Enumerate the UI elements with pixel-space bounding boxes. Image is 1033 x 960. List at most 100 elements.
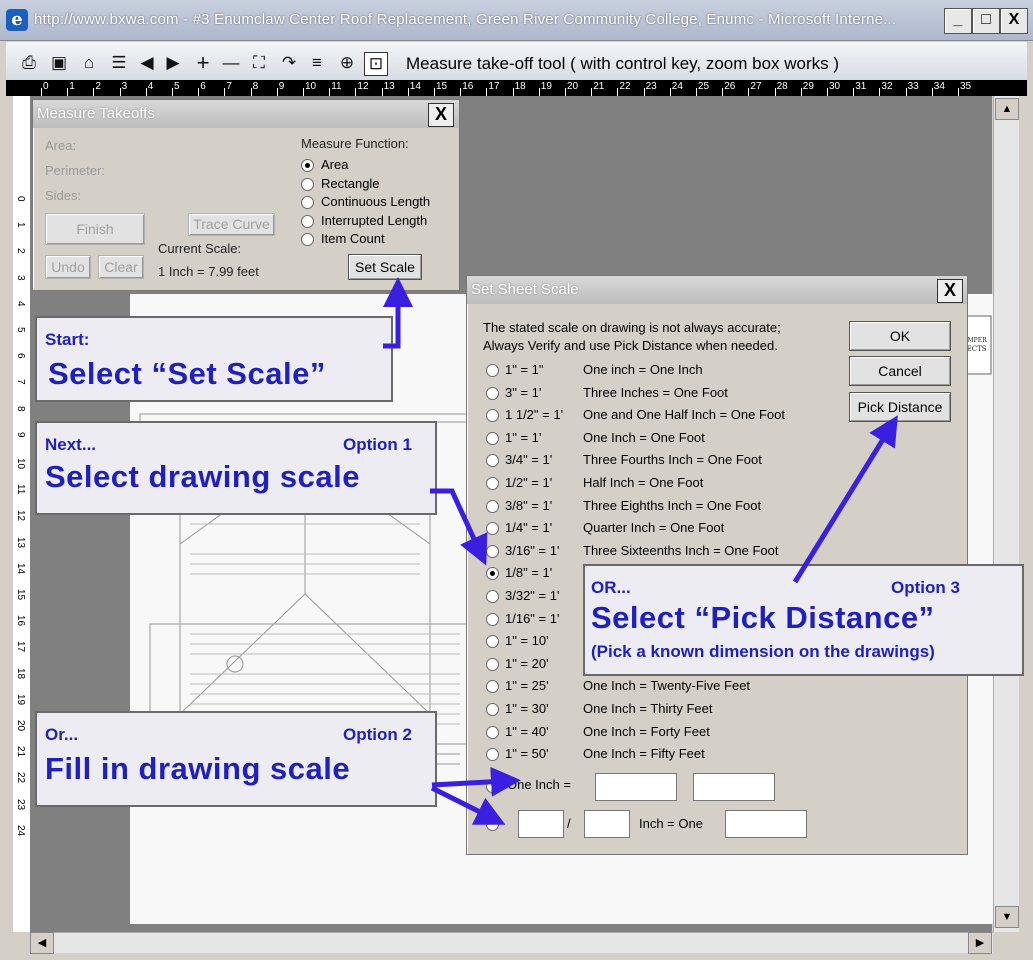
scale-option[interactable]: 3/4" = 1' Three Fourths Inch = One Foot xyxy=(483,450,823,470)
scale-option-radio[interactable] xyxy=(486,544,499,558)
scale-option-radio[interactable] xyxy=(486,386,499,400)
zoom-out-icon[interactable]: — xyxy=(220,52,242,74)
measure-function-radio[interactable] xyxy=(301,214,314,228)
scale-option[interactable]: 1 1/2" = 1' One and One Half Inch = One F… xyxy=(483,405,823,425)
scale-option-radio[interactable] xyxy=(486,703,499,716)
ruler-tick xyxy=(41,88,42,96)
zoom-in-icon[interactable]: + xyxy=(192,52,214,74)
scale-option-radio[interactable] xyxy=(486,409,499,423)
ruler-label: 23 xyxy=(15,798,26,810)
scale-option-radio[interactable] xyxy=(486,477,499,490)
ruler-label: 15 xyxy=(15,589,26,601)
set-scale-button[interactable]: Set Scale xyxy=(348,254,422,280)
measure-dialog-close-button[interactable]: X xyxy=(428,103,454,127)
zoom-box-icon[interactable]: ⊕ xyxy=(336,52,358,74)
scale-option[interactable]: 1" = 1' One Inch = One Foot xyxy=(483,428,823,448)
cancel-button[interactable]: Cancel xyxy=(849,356,951,386)
open-icon[interactable]: ⌂ xyxy=(78,52,100,74)
scale-option-description: One Inch = One Foot xyxy=(583,429,705,445)
ok-button[interactable]: OK xyxy=(849,321,951,351)
minimize-button[interactable]: _ xyxy=(944,8,972,34)
scale-option-radio[interactable] xyxy=(486,522,499,536)
one-inch-value-field[interactable] xyxy=(595,773,677,801)
one-inch-unit-field[interactable] xyxy=(693,773,775,801)
scale-option-radio[interactable] xyxy=(486,499,499,513)
ruler-label: 8 xyxy=(15,405,26,412)
ruler-tick xyxy=(774,88,776,96)
measure-function-option[interactable]: Area xyxy=(301,156,461,174)
scale-option-radio[interactable] xyxy=(486,454,499,468)
custom-scale-radio-1[interactable] xyxy=(486,780,499,793)
horizontal-scrollbar[interactable]: ◀ ▶ xyxy=(30,932,993,954)
scale-dialog-title: Set Sheet Scale xyxy=(467,276,967,304)
list-icon[interactable]: ≡ xyxy=(306,52,328,74)
scale-option-radio[interactable] xyxy=(486,635,499,649)
close-window-button[interactable]: X xyxy=(1000,8,1028,34)
ruler-label: 18 xyxy=(514,81,526,92)
ruler-label: 16 xyxy=(15,615,26,627)
vertical-scrollbar[interactable]: ▲ ▼ xyxy=(993,96,1019,932)
fraction-numerator-field[interactable] xyxy=(518,810,564,838)
scale-option-radio[interactable] xyxy=(486,590,499,603)
scale-option-radio[interactable] xyxy=(486,364,499,377)
measure-icon[interactable]: ⊡ xyxy=(364,52,388,76)
ruler-label: 24 xyxy=(671,81,683,92)
undo-button[interactable]: Undo xyxy=(45,255,91,279)
pick-distance-button[interactable]: Pick Distance xyxy=(849,392,951,422)
save-icon[interactable]: ▣ xyxy=(48,52,70,74)
finish-button[interactable]: Finish xyxy=(45,213,145,245)
scale-option-radio[interactable] xyxy=(486,680,499,694)
scroll-up-arrow-icon[interactable]: ▲ xyxy=(995,98,1019,120)
tree-icon[interactable]: ☰ xyxy=(108,52,130,74)
inch-one-value-field[interactable] xyxy=(725,810,807,838)
trace-curve-button[interactable]: Trace Curve xyxy=(188,213,275,236)
scale-option[interactable]: 1/2" = 1' Half Inch = One Foot xyxy=(483,473,823,493)
fraction-denominator-field[interactable] xyxy=(584,810,630,838)
scale-option-radio[interactable] xyxy=(486,431,499,445)
scale-option[interactable]: 1" = 30' One Inch = Thirty Feet xyxy=(483,699,823,719)
scroll-down-arrow-icon[interactable]: ▼ xyxy=(995,906,1019,928)
window-title-bar: e http://www.bxwa.com - #3 Enumclaw Cent… xyxy=(0,0,1033,41)
ruler-label: 5 xyxy=(174,81,180,92)
horizontal-ruler: 0 1 2 3 4 5 6 7 8 9 10 11 12 13 14 15 16 17 18 19 20 21 22 23 24… xyxy=(6,80,1027,96)
measure-function-radio[interactable] xyxy=(301,196,314,209)
scale-option-radio[interactable] xyxy=(486,748,499,762)
scale-option-code: 3/4" = 1' xyxy=(505,452,553,468)
scale-option[interactable]: 3/16" = 1' Three Sixteenths Inch = One Fo… xyxy=(483,541,823,561)
scale-option[interactable]: 1" = 25' One Inch = Twenty-Five Feet xyxy=(483,676,823,696)
measure-function-option[interactable]: Rectangle xyxy=(301,175,461,193)
custom-scale-radio-2[interactable] xyxy=(486,818,499,831)
fraction-slash: / xyxy=(567,816,571,831)
clear-button[interactable]: Clear xyxy=(98,255,144,279)
measure-function-radio[interactable] xyxy=(301,159,314,172)
scale-option-radio[interactable] xyxy=(486,612,499,626)
callout-start-small: Start: xyxy=(45,330,90,349)
next-page-icon[interactable]: ▶ xyxy=(162,52,184,74)
scale-option[interactable]: 1" = 50' One Inch = Fifty Feet xyxy=(483,744,823,764)
measure-function-option[interactable]: Continuous Length xyxy=(301,193,461,211)
scale-option-radio[interactable] xyxy=(486,567,499,581)
scale-option[interactable]: 3" = 1' Three Inches = One Foot xyxy=(483,383,823,403)
scroll-left-arrow-icon[interactable]: ◀ xyxy=(30,932,54,954)
measure-function-label: Continuous Length xyxy=(321,194,431,209)
scale-option[interactable]: 3/8" = 1' Three Eighths Inch = One Foot xyxy=(483,496,823,516)
scale-dialog-close-button[interactable]: X xyxy=(937,279,963,303)
scale-option-description: Three Eighths Inch = One Foot xyxy=(583,497,762,513)
scale-option-radio[interactable] xyxy=(486,725,499,739)
scale-option[interactable]: 1" = 40' One Inch = Forty Feet xyxy=(483,722,823,742)
print-icon[interactable]: ⎙ xyxy=(18,52,40,74)
measure-function-radio[interactable] xyxy=(301,177,314,191)
scroll-right-arrow-icon[interactable]: ▶ xyxy=(968,932,992,954)
fit-page-icon[interactable]: ⛶ xyxy=(248,52,270,74)
measure-function-label: Area xyxy=(321,157,349,172)
scale-option[interactable]: 1" = 1" One inch = One Inch xyxy=(483,360,823,380)
scale-option-radio[interactable] xyxy=(486,657,499,671)
measure-function-option[interactable]: Interrupted Length xyxy=(301,212,461,230)
prev-page-icon[interactable]: ◀ xyxy=(136,52,158,74)
rotate-icon[interactable]: ↷ xyxy=(278,52,300,74)
measure-function-option[interactable]: Item Count xyxy=(301,230,461,248)
ruler-label: 23 xyxy=(645,81,657,92)
measure-function-radio[interactable] xyxy=(301,233,314,246)
maximize-button[interactable]: □ xyxy=(972,8,1000,34)
scale-option[interactable]: 1/4" = 1' Quarter Inch = One Foot xyxy=(483,518,823,538)
